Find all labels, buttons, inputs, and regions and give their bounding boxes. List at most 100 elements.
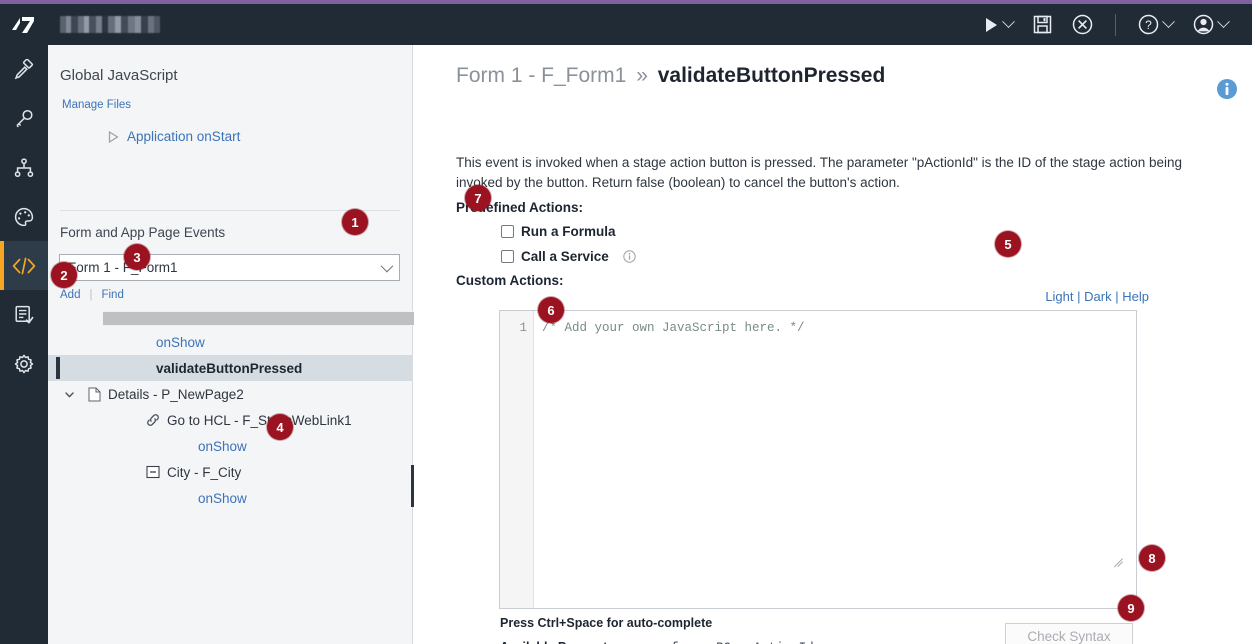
app-header: ? <box>0 4 1252 45</box>
editor-resize-grip[interactable] <box>1110 549 1123 562</box>
tree-row[interactable]: onShow <box>48 485 413 511</box>
sidebar-item-forms[interactable] <box>0 290 48 339</box>
events-select-value: Form 1 - F_Form1 <box>60 260 371 275</box>
sidebar-item-code[interactable] <box>0 241 48 290</box>
theme-separator-1: | <box>1077 289 1080 304</box>
annotation-marker-5: 5 <box>995 231 1021 257</box>
events-select-dropdown[interactable]: Form 1 - F_Form1 <box>59 254 400 281</box>
info-circle-icon[interactable] <box>1216 78 1238 105</box>
application-onstart-item[interactable]: Application onStart <box>108 129 240 144</box>
breadcrumb-parent[interactable]: Form 1 - F_Form1 <box>456 64 626 87</box>
form-app-page-events-label: Form and App Page Events <box>60 225 225 240</box>
tree-row-selected[interactable]: validateButtonPressed <box>48 355 413 381</box>
chevron-down-icon[interactable] <box>60 388 78 401</box>
tree-row[interactable]: onShow <box>48 433 413 459</box>
sidebar-rail <box>0 45 48 644</box>
tree-row[interactable]: Go to HCL - F_StaticWebLink1 <box>48 407 413 433</box>
sidebar-item-theme[interactable] <box>0 192 48 241</box>
theme-dark-link[interactable]: Dark <box>1084 289 1111 304</box>
tree-row-label: onShow <box>198 439 247 454</box>
code-icon <box>11 256 37 276</box>
application-onstart-label: Application onStart <box>127 129 240 144</box>
textbox-icon <box>143 465 163 479</box>
sidebar-item-settings[interactable] <box>0 339 48 388</box>
key-icon <box>13 108 35 130</box>
app-window: ? <box>0 0 1252 644</box>
scrollbar-thumb[interactable] <box>103 312 428 325</box>
annotation-marker-7: 7 <box>465 185 491 211</box>
available-parameters: Available Parameters: app, form, BO, pAc… <box>500 640 814 644</box>
paint-roller-icon <box>13 59 35 81</box>
autocomplete-hint: Press Ctrl+Space for auto-complete <box>500 616 712 630</box>
header-divider <box>1115 14 1116 36</box>
sidebar-item-security[interactable] <box>0 94 48 143</box>
chevron-down-icon <box>1162 15 1175 28</box>
tree-row-label: City - F_City <box>167 465 241 480</box>
run-formula-checkbox[interactable] <box>501 225 514 238</box>
tree-row-label: onShow <box>198 491 247 506</box>
code-editor-textarea[interactable]: /* Add your own JavaScript here. */ <box>534 311 1136 608</box>
available-parameters-label: Available Parameters: <box>500 640 630 644</box>
breadcrumb: Form 1 - F_Form1 » validateButtonPressed <box>456 64 885 88</box>
manage-files-link[interactable]: Manage Files <box>62 99 131 111</box>
save-button[interactable] <box>1023 4 1062 45</box>
tree-row-label: onShow <box>156 335 205 350</box>
tree-row-label: validateButtonPressed <box>156 361 302 376</box>
sitemap-icon <box>13 157 35 179</box>
tree-row-label: Details - P_NewPage2 <box>108 387 244 402</box>
chevron-down-icon <box>1217 15 1230 28</box>
call-service-checkbox[interactable] <box>501 250 514 263</box>
call-service-checkbox-row[interactable]: Call a Service <box>501 249 636 264</box>
annotation-marker-2: 2 <box>51 262 77 288</box>
call-service-label: Call a Service <box>521 249 609 264</box>
run-button[interactable] <box>974 4 1023 45</box>
close-button[interactable] <box>1062 4 1103 45</box>
editor-line-numbers: 1 <box>500 311 534 608</box>
tree-horizontal-scrollbar[interactable] <box>103 311 448 326</box>
find-link[interactable]: Find <box>101 289 123 301</box>
header-actions: ? <box>974 4 1252 45</box>
panel-action-links: Add | Find <box>60 289 124 301</box>
tree-row[interactable]: Details - P_NewPage2 <box>48 381 413 407</box>
theme-separator-2: | <box>1115 289 1118 304</box>
event-editor-pane: Form 1 - F_Form1 » validateButtonPressed… <box>414 45 1252 644</box>
event-description: This event is invoked when a stage actio… <box>456 153 1198 193</box>
page-icon <box>84 387 104 402</box>
hcl-volt-logo-icon <box>0 4 48 45</box>
link-separator: | <box>89 289 92 301</box>
annotation-marker-4: 4 <box>267 414 293 440</box>
chevron-down-icon <box>1002 15 1015 28</box>
check-syntax-button[interactable]: Check Syntax <box>1005 623 1133 644</box>
app-title-redacted <box>60 16 160 33</box>
link-chain-icon <box>143 413 163 427</box>
global-javascript-panel: Global JavaScript Manage Files Applicati… <box>48 45 413 644</box>
annotation-marker-6: 6 <box>538 297 564 323</box>
breadcrumb-separator: » <box>636 64 648 87</box>
tree-row[interactable]: City - F_City <box>48 459 413 485</box>
event-tree: onShow validateButtonPressed Details - P_N… <box>48 329 413 511</box>
annotation-marker-3: 3 <box>124 244 150 270</box>
help-button[interactable]: ? <box>1128 4 1183 45</box>
theme-help-link[interactable]: Help <box>1122 289 1149 304</box>
tree-row-label: Go to HCL - F_StaticWebLink1 <box>167 413 352 428</box>
sidebar-item-data[interactable] <box>0 143 48 192</box>
run-formula-checkbox-row[interactable]: Run a Formula <box>501 224 616 239</box>
svg-text:?: ? <box>1145 18 1152 32</box>
run-formula-label: Run a Formula <box>521 224 616 239</box>
palette-icon <box>13 206 35 228</box>
gear-icon <box>13 353 35 375</box>
custom-actions-label: Custom Actions: <box>456 273 564 288</box>
annotation-marker-8: 8 <box>1139 545 1165 571</box>
tree-row[interactable]: onShow <box>48 329 413 355</box>
play-outline-icon <box>108 131 119 143</box>
annotation-marker-1: 1 <box>342 209 368 235</box>
form-checklist-icon <box>13 304 35 326</box>
account-button[interactable] <box>1183 4 1238 45</box>
add-link[interactable]: Add <box>60 289 80 301</box>
theme-light-link[interactable]: Light <box>1045 289 1073 304</box>
code-editor[interactable]: 1 /* Add your own JavaScript here. */ <box>499 310 1137 609</box>
panel-title: Global JavaScript <box>60 67 178 84</box>
sidebar-item-design[interactable] <box>0 45 48 94</box>
info-outline-icon[interactable] <box>623 250 636 263</box>
annotation-marker-9: 9 <box>1118 595 1144 621</box>
